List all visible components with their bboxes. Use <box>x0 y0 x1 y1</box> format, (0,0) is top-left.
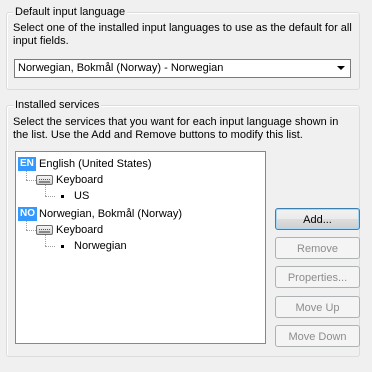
move-up-button[interactable]: Move Up <box>275 296 360 318</box>
layout-label: US <box>74 190 90 202</box>
layout-label: Norwegian <box>74 240 127 252</box>
tree-item-keyboard[interactable]: Keyboard <box>36 172 136 188</box>
tree-connector <box>26 230 36 231</box>
remove-button[interactable]: Remove <box>275 237 360 259</box>
chevron-down-icon[interactable] <box>337 66 345 70</box>
language-name: English (United States) <box>39 158 152 170</box>
dropdown-selected-value: Norwegian, Bokmål (Norway) - Norwegian <box>18 62 224 74</box>
group-description: Select one of the installed input langua… <box>13 22 352 47</box>
services-tree[interactable]: EN English (United States) Keyboard US N… <box>15 151 266 344</box>
tree-connector <box>45 196 55 197</box>
keyboard-icon <box>36 175 53 185</box>
bullet-icon <box>61 245 64 248</box>
category-label: Keyboard <box>56 224 104 236</box>
group-title: Installed services <box>13 99 102 112</box>
keyboard-icon <box>36 225 53 235</box>
category-label: Keyboard <box>56 174 104 186</box>
default-language-dropdown[interactable]: Norwegian, Bokmål (Norway) - Norwegian <box>14 59 351 78</box>
tree-item-english[interactable]: EN English (United States) <box>18 156 218 172</box>
tree-connector <box>26 180 36 181</box>
default-input-language-group: Default input language Select one of the… <box>6 6 360 90</box>
installed-services-group: Installed services Select the services t… <box>6 99 360 357</box>
add-button[interactable]: Add... <box>275 208 360 230</box>
language-code-badge: NO <box>18 207 37 221</box>
group-description: Select the services that you want for ea… <box>13 116 339 141</box>
tree-connector <box>45 246 55 247</box>
group-title: Default input language <box>13 6 128 19</box>
language-code-badge: EN <box>18 157 36 171</box>
properties-button[interactable]: Properties... <box>275 266 360 288</box>
tree-item-layout[interactable]: US <box>56 188 136 204</box>
tree-item-keyboard[interactable]: Keyboard <box>36 222 136 238</box>
tree-item-norwegian[interactable]: NO Norwegian, Bokmål (Norway) <box>18 206 238 222</box>
move-down-button[interactable]: Move Down <box>275 325 360 347</box>
language-name: Norwegian, Bokmål (Norway) <box>39 208 183 220</box>
bullet-icon <box>61 195 64 198</box>
tree-item-layout[interactable]: Norwegian <box>56 238 156 254</box>
